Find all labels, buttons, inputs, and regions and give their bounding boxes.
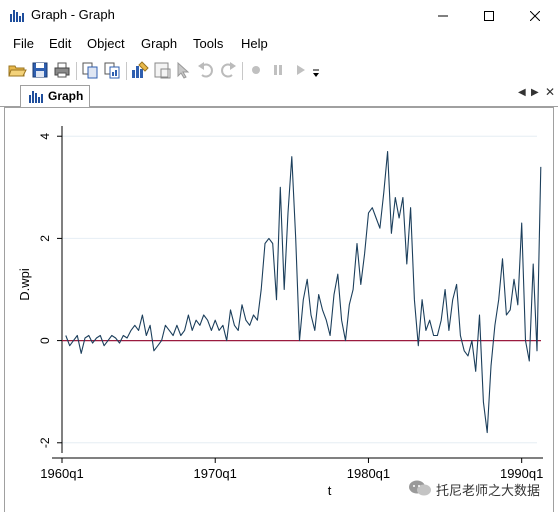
y-axis-title: D.wpi bbox=[17, 268, 32, 301]
play-icon[interactable] bbox=[290, 60, 310, 80]
pointer-icon[interactable] bbox=[174, 60, 194, 80]
toolbar-separator bbox=[242, 62, 243, 80]
tab-graph[interactable]: Graph bbox=[20, 85, 90, 107]
object-browser-icon[interactable] bbox=[152, 60, 172, 80]
print-icon[interactable] bbox=[52, 60, 72, 80]
y-tick-label: 2 bbox=[38, 235, 52, 242]
title-bar: Graph - Graph bbox=[0, 0, 558, 30]
graph-editor-icon[interactable] bbox=[130, 60, 150, 80]
maximize-button[interactable] bbox=[466, 0, 512, 30]
pause-icon[interactable] bbox=[268, 60, 288, 80]
toolbar-overflow-icon[interactable] bbox=[311, 60, 321, 80]
graph-window: -2 0 2 4 1960q1 1970q1 1980q1 1990q1 t D.wpi bbox=[4, 107, 554, 512]
graph-tab-icon bbox=[29, 91, 43, 103]
menu-help[interactable]: Help bbox=[241, 36, 268, 51]
x-tick-label: 1980q1 bbox=[347, 466, 390, 481]
menu-edit[interactable]: Edit bbox=[49, 36, 71, 51]
minimize-button[interactable] bbox=[420, 0, 466, 30]
watermark: 托尼老师之大数据 bbox=[408, 478, 556, 498]
toolbar-separator bbox=[76, 62, 77, 80]
x-tick-label: 1960q1 bbox=[40, 466, 83, 481]
close-button[interactable] bbox=[512, 0, 558, 30]
menu-tools[interactable]: Tools bbox=[193, 36, 223, 51]
record-icon[interactable] bbox=[246, 60, 266, 80]
wechat-icon bbox=[409, 480, 431, 496]
menu-bar: File Edit Object Graph Tools Help bbox=[0, 32, 558, 54]
y-tick-label: 0 bbox=[38, 337, 52, 344]
watermark-text: 托尼老师之大数据 bbox=[436, 483, 541, 498]
toolbar bbox=[0, 58, 558, 84]
window-title: Graph - Graph bbox=[31, 7, 115, 22]
x-axis-title: t bbox=[328, 483, 332, 498]
menu-graph[interactable]: Graph bbox=[141, 36, 177, 51]
copy-graph-icon[interactable] bbox=[102, 60, 122, 80]
line-chart: -20241960q1 1970q1 1980q1 1990q1tD.wpi bbox=[17, 126, 543, 498]
redo-icon[interactable] bbox=[218, 60, 238, 80]
maximize-icon bbox=[484, 11, 494, 22]
toolbar-separator bbox=[126, 62, 127, 80]
menu-file[interactable]: File bbox=[13, 36, 34, 51]
tab-scroll-right-icon[interactable]: ▶ bbox=[531, 87, 539, 98]
y-tick-label: 4 bbox=[38, 133, 52, 140]
tab-label: Graph bbox=[48, 89, 84, 103]
tab-scroll-left-icon[interactable]: ◀ bbox=[518, 87, 526, 98]
y-tick-label: -2 bbox=[38, 437, 52, 448]
menu-object[interactable]: Object bbox=[87, 36, 125, 51]
close-icon bbox=[529, 10, 541, 22]
save-icon[interactable] bbox=[30, 60, 50, 80]
undo-icon[interactable] bbox=[196, 60, 216, 80]
minimize-icon bbox=[438, 15, 448, 17]
tab-close-icon[interactable]: ✕ bbox=[545, 85, 555, 99]
series-line-d-wpi bbox=[65, 150, 542, 434]
copy-icon[interactable] bbox=[80, 60, 100, 80]
graph-app-icon bbox=[10, 10, 24, 22]
open-icon[interactable] bbox=[7, 60, 27, 80]
x-tick-label: 1970q1 bbox=[194, 466, 237, 481]
tab-strip: Graph ◀ ▶ ✕ bbox=[0, 84, 558, 107]
